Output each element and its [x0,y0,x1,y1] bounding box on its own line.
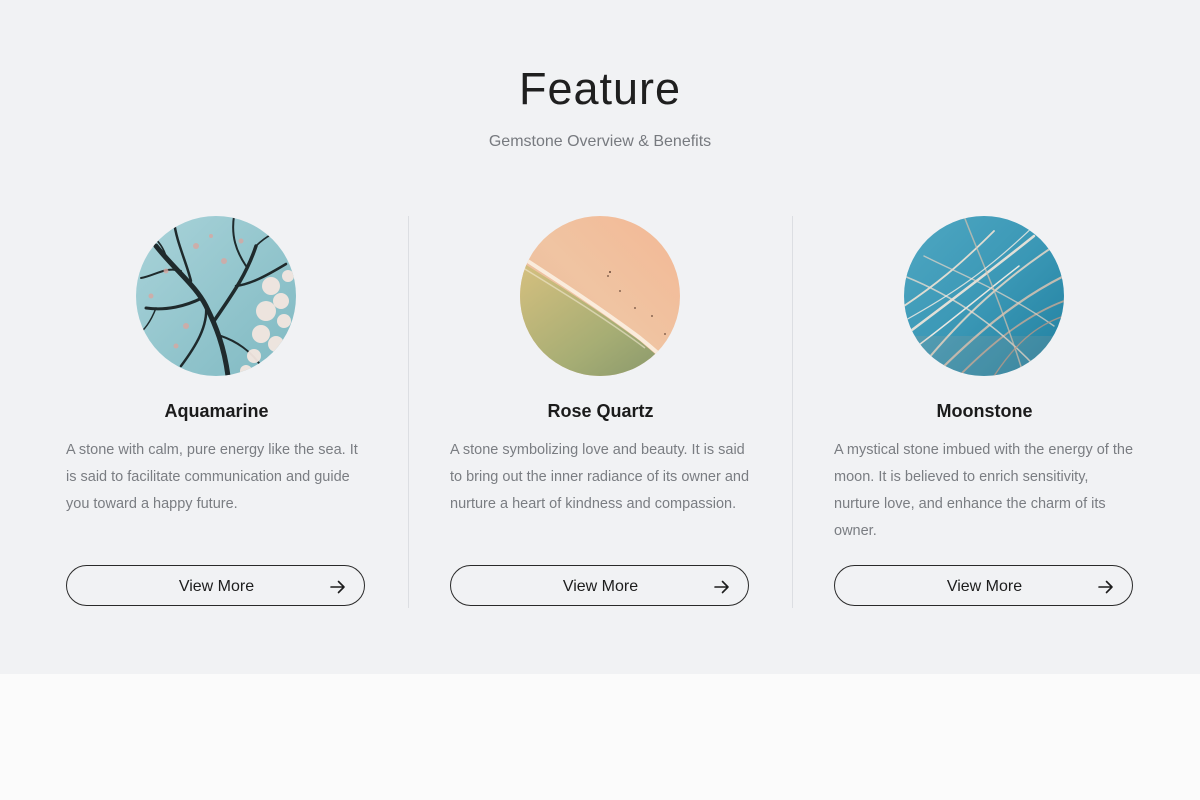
column-divider [408,216,409,608]
view-more-button-aquamarine[interactable]: View More [66,565,365,606]
card-aquamarine: Aquamarine A stone with calm, pure energ… [66,216,367,608]
card-title: Aquamarine [164,401,269,421]
card-moonstone: Moonstone A mystical stone imbued with t… [834,216,1135,608]
blossom-tree-image [136,216,296,376]
card-description: A stone symbolizing love and beauty. It … [450,442,750,512]
column-divider [792,216,793,608]
view-more-button-rose-quartz[interactable]: View More [450,565,749,606]
card-description: A stone with calm, pure energy like the … [66,442,358,512]
grass-blue-sky-image [904,216,1064,376]
card-rose-quartz: Rose Quartz A stone symbolizing love and… [450,216,751,608]
section-subtitle: Gemstone Overview & Benefits [488,133,712,150]
pink-beach-image [520,216,680,376]
card-title: Rose Quartz [547,401,654,421]
view-more-label: View More [178,578,255,595]
section-title: Feature [518,63,682,114]
feature-section: Feature Gemstone Overview & Benefits Aqu… [0,0,1200,674]
view-more-button-moonstone[interactable]: View More [834,565,1133,606]
card-title: Moonstone [936,401,1033,421]
view-more-label: View More [946,578,1023,595]
arrow-right-icon [714,580,729,594]
page-footer-area [0,674,1200,800]
view-more-label: View More [562,578,639,595]
card-description: A mystical stone imbued with the energy … [834,442,1134,539]
arrow-right-icon [330,580,345,594]
arrow-right-icon [1098,580,1113,594]
